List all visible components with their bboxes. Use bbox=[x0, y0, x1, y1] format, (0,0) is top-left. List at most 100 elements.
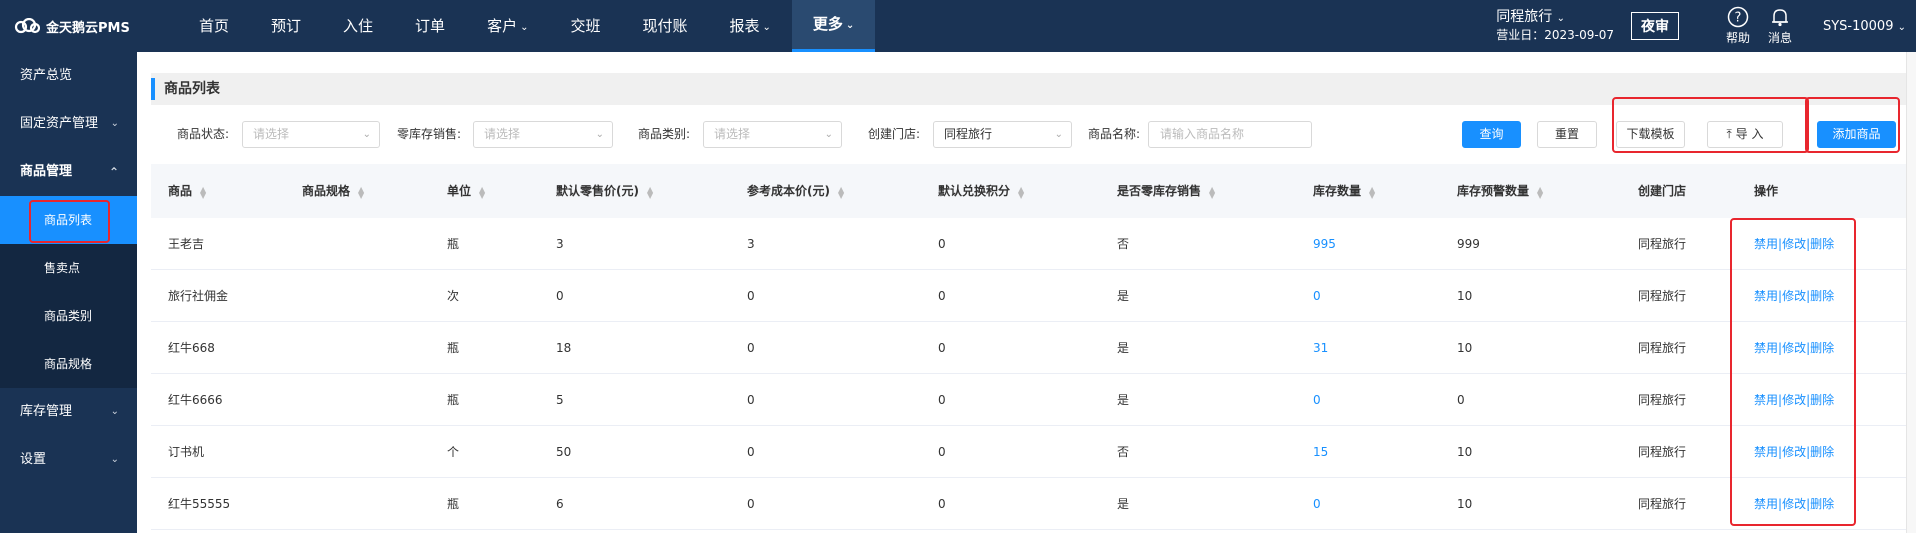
nav-home[interactable]: 首页 bbox=[178, 0, 250, 52]
delete-link[interactable]: 删除 bbox=[1810, 393, 1834, 407]
sidebar-item-asset-overview[interactable]: 资产总览 bbox=[0, 52, 137, 100]
edit-link[interactable]: 修改 bbox=[1782, 341, 1806, 355]
sidebar-subitem-product-specs[interactable]: 商品规格 bbox=[0, 340, 137, 388]
user-menu[interactable]: SYS-10009 ⌄ bbox=[1823, 19, 1906, 34]
col-header-stock-warning[interactable]: 库存预警数量 ▲ ▼ bbox=[1457, 164, 1543, 218]
cell-zero-stock: 是 bbox=[1117, 497, 1130, 511]
cell-stock[interactable]: 995 bbox=[1313, 218, 1336, 270]
nav-shift[interactable]: 交班 bbox=[549, 0, 621, 52]
cell-stock[interactable]: 0 bbox=[1313, 374, 1321, 426]
chevron-down-icon: ⌄ bbox=[845, 20, 855, 31]
nav-cash-account-label: 现付账 bbox=[642, 17, 688, 35]
delete-link[interactable]: 删除 bbox=[1810, 237, 1834, 251]
messages-label: 消息 bbox=[1767, 31, 1792, 45]
cell-cost: 0 bbox=[747, 445, 755, 459]
brand-logo[interactable]: 金天鹅云PMS bbox=[0, 17, 178, 36]
sort-icon: ▲ ▼ bbox=[1369, 184, 1376, 200]
night-audit-button[interactable]: 夜审 bbox=[1630, 12, 1679, 40]
chevron-down-icon: ⌄ bbox=[110, 118, 119, 129]
page-scrollbar[interactable] bbox=[1906, 52, 1916, 533]
col-header-points[interactable]: 默认兑换积分 ▲ ▼ bbox=[938, 164, 1024, 218]
header-right: 同程旅行 ⌄ 营业日：2023-09-07 夜审 ? 帮助 消息 SYS-100… bbox=[1496, 0, 1916, 52]
cell-stock[interactable]: 0 bbox=[1313, 270, 1321, 322]
chevron-up-icon: ⌃ bbox=[108, 165, 119, 179]
status-select[interactable]: 请选择 ⌄ bbox=[242, 121, 380, 148]
disable-link[interactable]: 禁用 bbox=[1754, 393, 1778, 407]
delete-link[interactable]: 删除 bbox=[1810, 341, 1834, 355]
nav-booking[interactable]: 预订 bbox=[250, 0, 322, 52]
sort-icon: ▲ ▼ bbox=[1537, 184, 1544, 200]
cell-name: 王老吉 bbox=[168, 237, 205, 251]
cell-stock[interactable]: 31 bbox=[1313, 322, 1328, 374]
delete-link[interactable]: 删除 bbox=[1810, 445, 1834, 459]
col-header-unit[interactable]: 单位 ▲ ▼ bbox=[447, 164, 485, 218]
reset-button[interactable]: 重置 bbox=[1537, 121, 1597, 148]
category-select[interactable]: 请选择 ⌄ bbox=[703, 121, 842, 148]
cell-name: 红牛668 bbox=[168, 341, 215, 355]
name-filter-label: 商品名称: bbox=[1088, 127, 1141, 141]
cell-warn: 999 bbox=[1457, 237, 1480, 251]
main-nav: 首页 预订 入住 订单 客户 ⌄ 交班 现付账 报表 ⌄ 更多 ⌄ bbox=[178, 0, 876, 52]
disable-link[interactable]: 禁用 bbox=[1754, 237, 1778, 251]
sidebar-subitem-label: 售卖点 bbox=[44, 261, 81, 275]
sidebar-item-settings[interactable]: 设置 ⌄ bbox=[0, 436, 137, 484]
cell-stock[interactable]: 15 bbox=[1313, 426, 1328, 478]
add-product-button[interactable]: 添加商品 bbox=[1817, 121, 1896, 148]
nav-checkin[interactable]: 入住 bbox=[322, 0, 394, 52]
store-select-value: 同程旅行 bbox=[944, 127, 993, 141]
sidebar-subitem-product-list[interactable]: 商品列表 bbox=[0, 196, 137, 244]
nav-cash-account[interactable]: 现付账 bbox=[621, 0, 708, 52]
cell-warn: 0 bbox=[1457, 393, 1465, 407]
delete-link[interactable]: 删除 bbox=[1810, 289, 1834, 303]
sidebar-subitem-label: 商品类别 bbox=[44, 309, 93, 323]
hotel-selector[interactable]: 同程旅行 ⌄ 营业日：2023-09-07 bbox=[1496, 9, 1614, 44]
sidebar-item-label: 库存管理 bbox=[20, 404, 73, 419]
page-header: 商品列表 bbox=[151, 73, 1906, 105]
help-button[interactable]: ? 帮助 bbox=[1717, 6, 1759, 46]
nav-more[interactable]: 更多 ⌄ bbox=[791, 0, 876, 52]
table-row: 订书机 个 50 0 0 否 15 10 同程旅行 禁用|修改|删除 bbox=[151, 426, 1906, 478]
col-header-stock[interactable]: 库存数量 ▲ ▼ bbox=[1313, 164, 1375, 218]
cell-zero-stock: 是 bbox=[1117, 393, 1130, 407]
cell-stock[interactable]: 0 bbox=[1313, 478, 1321, 530]
col-header-product[interactable]: 商品 ▲ ▼ bbox=[168, 164, 206, 218]
hotel-name: 同程旅行 bbox=[1496, 8, 1553, 25]
import-button[interactable]: ⤒ 导 入 bbox=[1707, 121, 1783, 148]
nav-customers[interactable]: 客户 ⌄ bbox=[466, 0, 549, 52]
edit-link[interactable]: 修改 bbox=[1782, 445, 1806, 459]
col-header-label: 默认兑换积分 bbox=[938, 184, 1011, 198]
zero-stock-select[interactable]: 请选择 ⌄ bbox=[473, 121, 613, 148]
disable-link[interactable]: 禁用 bbox=[1754, 341, 1778, 355]
brand-name: 金天鹅云PMS bbox=[46, 20, 130, 36]
messages-button[interactable]: 消息 bbox=[1759, 6, 1801, 46]
sidebar-item-product-management[interactable]: 商品管理 ⌃ bbox=[0, 148, 137, 196]
edit-link[interactable]: 修改 bbox=[1782, 393, 1806, 407]
col-header-cost-price[interactable]: 参考成本价(元) ▲ ▼ bbox=[747, 164, 844, 218]
sidebar-item-inventory[interactable]: 库存管理 ⌄ bbox=[0, 388, 137, 436]
col-header-spec[interactable]: 商品规格 ▲ ▼ bbox=[302, 164, 364, 218]
nav-orders[interactable]: 订单 bbox=[394, 0, 466, 52]
sidebar-item-fixed-assets[interactable]: 固定资产管理 ⌄ bbox=[0, 100, 137, 148]
disable-link[interactable]: 禁用 bbox=[1754, 445, 1778, 459]
edit-link[interactable]: 修改 bbox=[1782, 237, 1806, 251]
edit-link[interactable]: 修改 bbox=[1782, 289, 1806, 303]
col-header-retail-price[interactable]: 默认零售价(元) ▲ ▼ bbox=[556, 164, 653, 218]
sidebar-item-label: 设置 bbox=[20, 452, 47, 467]
disable-link[interactable]: 禁用 bbox=[1754, 497, 1778, 511]
help-icon: ? bbox=[1727, 6, 1749, 29]
sidebar-subitem-sale-points[interactable]: 售卖点 bbox=[0, 244, 137, 292]
table-row: 红牛6666 瓶 5 0 0 是 0 0 同程旅行 禁用|修改|删除 bbox=[151, 374, 1906, 426]
store-select[interactable]: 同程旅行 ⌄ bbox=[933, 121, 1072, 148]
query-button[interactable]: 查询 bbox=[1462, 121, 1521, 148]
product-name-input[interactable]: 请输入商品名称 bbox=[1148, 121, 1312, 148]
cell-zero-stock: 否 bbox=[1117, 237, 1130, 251]
sidebar-subitem-product-categories[interactable]: 商品类别 bbox=[0, 292, 137, 340]
download-template-button[interactable]: 下载模板 bbox=[1616, 121, 1685, 148]
disable-link[interactable]: 禁用 bbox=[1754, 289, 1778, 303]
edit-link[interactable]: 修改 bbox=[1782, 497, 1806, 511]
col-header-zero-stock[interactable]: 是否零库存销售 ▲ ▼ bbox=[1117, 164, 1215, 218]
col-header-label: 商品 bbox=[168, 184, 193, 198]
delete-link[interactable]: 删除 bbox=[1810, 497, 1834, 511]
nav-reports[interactable]: 报表 ⌄ bbox=[709, 0, 792, 52]
cell-store: 同程旅行 bbox=[1638, 497, 1687, 511]
